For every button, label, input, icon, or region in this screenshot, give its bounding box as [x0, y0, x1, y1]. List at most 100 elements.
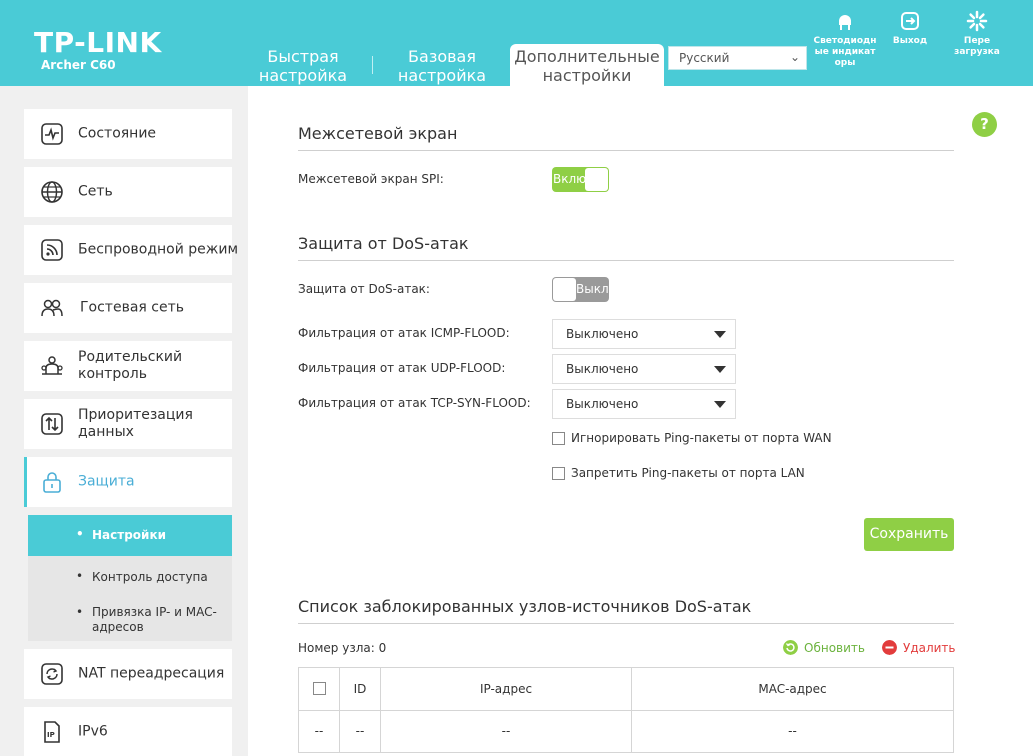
logout-icon [901, 12, 919, 30]
sidebar-item-guest[interactable]: Гостевая сеть [24, 283, 232, 333]
ping-wan-label: Игнорировать Ping-пакеты от порта WAN [571, 431, 832, 445]
help-button[interactable]: ? [972, 112, 997, 137]
led-button[interactable]: Светодиодн ые индикат оры [812, 10, 878, 69]
sidebar-item-label-line2: данных [78, 424, 134, 440]
spi-toggle-text: Вклю [553, 172, 587, 186]
status-icon [41, 123, 63, 145]
refresh-label: Обновить [804, 641, 865, 655]
spi-label: Межсетевой экран SPI: [298, 172, 444, 186]
select-all-checkbox[interactable] [313, 682, 326, 695]
tcp-syn-label: Фильтрация от атак TCP-SYN-FLOOD: [298, 396, 531, 410]
sidebar-item-nat[interactable]: NAT переадресация [24, 649, 232, 699]
table-header-checkbox-cell [299, 668, 340, 710]
tab-quick-setup[interactable]: Быстрая настройка [254, 44, 352, 86]
sidebar-item-status[interactable]: Состояние [24, 109, 232, 159]
save-button[interactable]: Сохранить [864, 518, 954, 551]
sidebar-item-network[interactable]: Сеть [24, 167, 232, 217]
tab-basic[interactable]: Базовая настройка [392, 44, 492, 86]
divider [298, 150, 954, 151]
column-header-ip: IP-адрес [381, 668, 632, 710]
globe-icon [41, 181, 63, 203]
sidebar-item-qos[interactable]: Приоритезация данных [24, 399, 232, 449]
icmp-select[interactable]: Выключено [552, 319, 736, 349]
caret-down-icon [714, 401, 726, 408]
spi-toggle[interactable]: Вклю [552, 167, 609, 192]
led-label-1: Светодиодн [813, 36, 877, 46]
parental-icon [41, 356, 63, 375]
svg-text:IP: IP [47, 731, 55, 739]
sidebar-item-label-line1: Родительский [78, 349, 183, 365]
blocked-hosts-table: ID IP-адрес MAC-адрес -- -- -- -- [298, 667, 954, 753]
led-icon [839, 15, 851, 30]
udp-select[interactable]: Выключено [552, 354, 736, 384]
icmp-select-value: Выключено [566, 327, 639, 341]
sidebar-item-label: Приоритезация данных [78, 407, 193, 441]
bullet: • [76, 605, 84, 619]
divider [298, 623, 954, 624]
toggle-knob [553, 278, 576, 301]
column-header-mac: MAC-адрес [758, 682, 827, 696]
sidebar-item-label: Беспроводной режим [78, 241, 239, 258]
sidebar-item-ipv6[interactable]: IP IPv6 [24, 707, 232, 756]
ping-lan-checkbox[interactable] [552, 467, 565, 480]
sidebar-item-label-line2: контроль [78, 366, 147, 382]
reboot-icon [966, 10, 988, 32]
udp-select-value: Выключено [566, 362, 639, 376]
ping-wan-checkbox[interactable] [552, 432, 565, 445]
tcp-syn-select-value: Выключено [566, 397, 639, 411]
lock-icon [43, 472, 61, 493]
tab-quick-setup-line2: настройка [258, 66, 348, 85]
tab-basic-line1: Базовая [408, 47, 476, 66]
tcp-syn-select[interactable]: Выключено [552, 389, 736, 419]
wireless-icon [41, 239, 63, 261]
caret-down-icon [714, 366, 726, 373]
logout-button[interactable]: Выход [888, 10, 932, 47]
tab-advanced-line2: настройки [542, 66, 632, 85]
table-cell: -- [340, 711, 381, 752]
reboot-button[interactable]: Пере загрузка [950, 10, 1004, 58]
subnav-item-label-line2: адресов [92, 620, 144, 634]
sidebar-item-parental[interactable]: Родительский контроль [24, 341, 232, 391]
bullet: • [76, 527, 84, 541]
section-title-blocked: Список заблокированных узлов-источников … [298, 597, 752, 616]
subnav-item-settings[interactable]: • Настройки [28, 515, 232, 556]
column-header-id: ID [340, 668, 381, 710]
tab-basic-line2: настройка [397, 66, 487, 85]
table-cell: -- [381, 711, 632, 752]
ping-lan-label: Запретить Ping-пакеты от порта LAN [571, 466, 805, 480]
delete-label: Удалить [903, 641, 956, 655]
sidebar-item-security[interactable]: Защита [24, 457, 232, 507]
ipv6-icon: IP [44, 720, 60, 743]
toggle-knob [585, 168, 608, 191]
subnav-item-label-line1: Привязка IP- и MAC- [92, 605, 217, 619]
sidebar-item-label: Состояние [78, 125, 157, 142]
dos-toggle-text: Выкл [576, 282, 609, 296]
section-title-firewall: Межсетевой экран [298, 124, 458, 143]
qos-icon [41, 413, 63, 435]
sidebar-item-label: Гостевая сеть [80, 299, 184, 316]
node-count: Номер узла: 0 [298, 641, 387, 655]
subnav-item-access-control[interactable]: • Контроль доступа [28, 556, 232, 598]
reboot-label-1: Пере [963, 36, 991, 46]
led-label-3: оры [834, 58, 856, 68]
reboot-label-2: загрузка [954, 47, 1000, 57]
led-label-2: ые индикат [814, 47, 876, 57]
language-select[interactable]: Русский ⌄ [668, 46, 807, 70]
dos-protection-toggle[interactable]: Выкл [552, 277, 609, 302]
subnav-item-label: Привязка IP- и MAC- адресов [92, 605, 217, 635]
sidebar-item-wireless[interactable]: Беспроводной режим [24, 225, 238, 275]
top-header: TP-LINK Archer C60 Быстрая настройка Баз… [0, 0, 1033, 86]
subnav-item-ip-mac-binding[interactable]: • Привязка IP- и MAC- адресов [28, 598, 232, 641]
sidebar-item-label: NAT переадресация [78, 665, 225, 682]
logout-label: Выход [892, 36, 928, 46]
sidebar-item-label-line1: Приоритезация [78, 407, 193, 423]
table-cell: -- [299, 711, 340, 752]
tab-advanced[interactable]: Дополнительные настройки [510, 44, 664, 86]
tab-separator [372, 56, 373, 74]
tab-advanced-line1: Дополнительные [514, 47, 660, 66]
icmp-label: Фильтрация от атак ICMP-FLOOD: [298, 326, 510, 340]
chevron-down-icon: ⌄ [789, 50, 800, 64]
section-title-dos: Защита от DoS-атак [298, 234, 469, 253]
subnav-item-label: Контроль доступа [92, 570, 208, 584]
table-cell: -- [788, 724, 797, 738]
